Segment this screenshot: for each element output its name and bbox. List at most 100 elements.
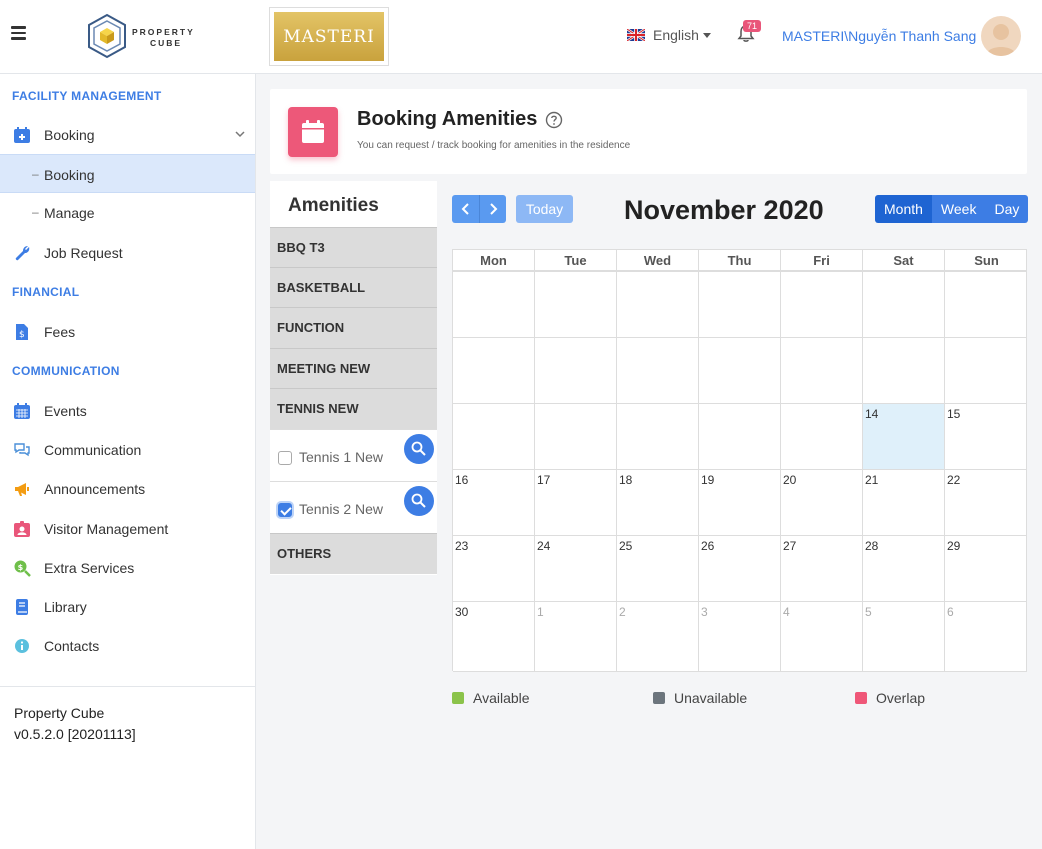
view-month-button[interactable]: Month: [875, 195, 932, 223]
caret-down-icon: [702, 32, 711, 38]
search-button[interactable]: [404, 486, 434, 516]
calendar-day-cell[interactable]: [617, 272, 699, 338]
calendar-day-cell[interactable]: [453, 404, 535, 470]
prev-month-button[interactable]: [452, 195, 479, 223]
menu-toggle-icon[interactable]: [11, 26, 26, 40]
tennis-2-checkbox[interactable]: [278, 503, 292, 517]
language-selector[interactable]: English: [627, 27, 711, 43]
view-day-button[interactable]: Day: [985, 195, 1029, 223]
calendar-day-cell[interactable]: [863, 338, 945, 404]
view-switcher: Month Week Day: [875, 195, 1029, 223]
property-cube-logo[interactable]: PROPERTY CUBE: [86, 13, 206, 61]
day-number: 17: [537, 473, 551, 487]
calendar-day-cell[interactable]: 14: [863, 404, 945, 470]
calendar-day-cell[interactable]: [781, 272, 863, 338]
calendar-day-cell[interactable]: 3: [699, 602, 781, 672]
sidebar-item-announcements[interactable]: Announcements: [0, 469, 255, 508]
calendar-body: 14 15 16 17 18 19 20 21 22 23 24 25 26 27 28 29 30 1 2 3 4 5 6: [452, 271, 1027, 672]
view-week-button[interactable]: Week: [931, 195, 986, 223]
day-number: 15: [947, 407, 961, 421]
amenities-panel: Amenities BBQ T3 BASKETBALL FUNCTION MEE…: [270, 181, 437, 575]
sidebar-item-booking[interactable]: Booking: [0, 115, 255, 154]
amenity-group-bbq-t3[interactable]: BBQ T3: [270, 227, 437, 268]
calendar-day-cell[interactable]: 16: [453, 470, 535, 536]
sidebar-item-communication[interactable]: Communication: [0, 430, 255, 469]
day-number: 29: [947, 539, 961, 553]
calendar-day-cell[interactable]: 24: [535, 536, 617, 602]
calendar-day-cell[interactable]: [781, 404, 863, 470]
client-logo[interactable]: MASTERI: [269, 7, 389, 66]
calendar-day-cell[interactable]: 22: [945, 470, 1027, 536]
calendar-day-cell[interactable]: 30: [453, 602, 535, 672]
sidebar-item-fees[interactable]: $ Fees: [0, 312, 255, 351]
sidebar-subitem-manage[interactable]: – Manage: [0, 193, 255, 232]
calendar-day-cell[interactable]: [699, 404, 781, 470]
calendar-day-cell[interactable]: [535, 404, 617, 470]
sidebar-item-visitor-management[interactable]: Visitor Management: [0, 509, 255, 548]
calendar-day-cell[interactable]: 15: [945, 404, 1027, 470]
calendar-day-cell[interactable]: 25: [617, 536, 699, 602]
user-menu[interactable]: MASTERI\Nguyễn Thanh Sang: [782, 28, 976, 44]
calendar-day-cell[interactable]: 1: [535, 602, 617, 672]
calendar-day-cell[interactable]: 27: [781, 536, 863, 602]
help-icon[interactable]: [545, 111, 563, 129]
page-subtitle: You can request / track booking for amen…: [357, 140, 631, 151]
calendar-day-cell[interactable]: [453, 272, 535, 338]
next-month-button[interactable]: [479, 195, 506, 223]
day-number: 30: [455, 605, 469, 619]
info-icon: [15, 639, 29, 653]
tennis-1-checkbox[interactable]: [278, 451, 292, 465]
sidebar-item-label: Booking: [44, 127, 95, 143]
calendar-day-cell[interactable]: [699, 272, 781, 338]
calendar-day-cell[interactable]: [945, 272, 1027, 338]
calendar-day-cell[interactable]: 21: [863, 470, 945, 536]
sidebar-item-contacts[interactable]: Contacts: [0, 626, 255, 665]
day-number: 24: [537, 539, 551, 553]
sidebar-item-events[interactable]: Events: [0, 391, 255, 430]
calendar-day-cell[interactable]: [617, 338, 699, 404]
calendar-day-cell[interactable]: [863, 272, 945, 338]
calendar-day-cell[interactable]: [617, 404, 699, 470]
sidebar-item-job-request[interactable]: Job Request: [0, 233, 255, 272]
calendar-day-cell[interactable]: [945, 338, 1027, 404]
chat-icon: [14, 443, 30, 457]
sidebar-item-library[interactable]: Library: [0, 587, 255, 626]
calendar-day-cell[interactable]: 2: [617, 602, 699, 672]
calendar-day-cell[interactable]: 17: [535, 470, 617, 536]
uk-flag-icon: [627, 29, 645, 41]
calendar-day-cell[interactable]: 23: [453, 536, 535, 602]
calendar-day-cell[interactable]: 29: [945, 536, 1027, 602]
amenity-group-function[interactable]: FUNCTION: [270, 307, 437, 348]
calendar-day-cell[interactable]: 18: [617, 470, 699, 536]
day-number: 19: [701, 473, 715, 487]
sidebar-subitem-booking[interactable]: – Booking: [0, 154, 255, 193]
avatar[interactable]: [981, 16, 1021, 56]
calendar-day-cell[interactable]: 4: [781, 602, 863, 672]
calendar-day-cell[interactable]: 26: [699, 536, 781, 602]
sidebar-item-extra-services[interactable]: $ Extra Services: [0, 548, 255, 587]
calendar-day-cell[interactable]: [453, 338, 535, 404]
search-button[interactable]: [404, 434, 434, 464]
sidebar-item-label: Job Request: [44, 245, 123, 261]
calendar-day-cell[interactable]: 6: [945, 602, 1027, 672]
logo-text-line2: CUBE: [150, 38, 183, 48]
calendar-day-cell[interactable]: 20: [781, 470, 863, 536]
invoice-icon: $: [16, 324, 28, 340]
amenity-group-others[interactable]: OTHERS: [270, 533, 437, 574]
amenity-group-tennis-new[interactable]: TENNIS NEW: [270, 388, 437, 429]
amenity-group-basketball[interactable]: BASKETBALL: [270, 267, 437, 308]
calendar-day-cell[interactable]: [535, 272, 617, 338]
sidebar: FACILITY MANAGEMENT Booking – Booking – …: [0, 74, 256, 849]
calendar-day-cell[interactable]: [781, 338, 863, 404]
calendar-weekday-header: Mon Tue Wed Thu Fri Sat Sun: [452, 249, 1027, 271]
calendar-day-cell[interactable]: 19: [699, 470, 781, 536]
amenity-group-meeting-new[interactable]: MEETING NEW: [270, 348, 437, 389]
calendar-day-cell[interactable]: 28: [863, 536, 945, 602]
calendar-day-cell[interactable]: [699, 338, 781, 404]
section-title-financial: FINANCIAL: [12, 285, 80, 299]
calendar-day-cell[interactable]: 5: [863, 602, 945, 672]
day-number: 23: [455, 539, 469, 553]
sidebar-item-label: Booking: [44, 167, 95, 183]
calendar-day-cell[interactable]: [535, 338, 617, 404]
today-button[interactable]: Today: [516, 195, 573, 223]
